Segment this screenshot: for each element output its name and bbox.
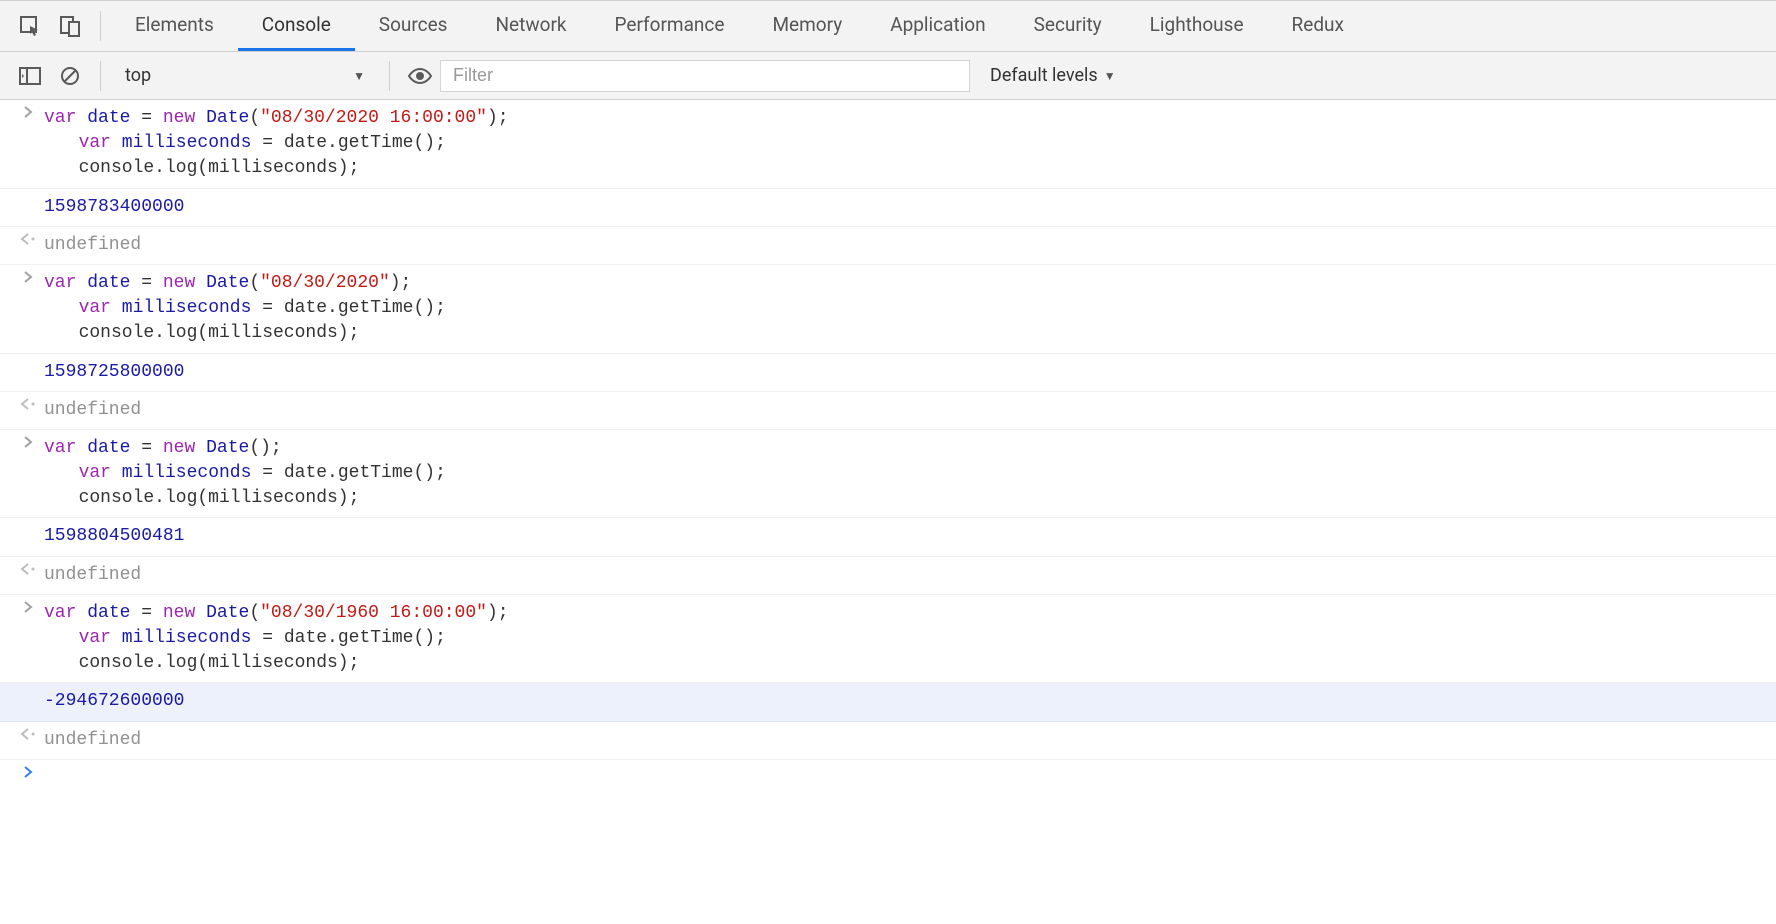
chevron-down-icon: ▼	[1104, 69, 1116, 83]
chevron-down-icon: ▼	[353, 69, 365, 83]
tab-console[interactable]: Console	[238, 1, 355, 51]
input-chevron-icon	[12, 269, 44, 283]
console-entry[interactable]: undefined	[0, 557, 1776, 595]
tab-memory[interactable]: Memory	[748, 1, 866, 51]
divider	[389, 61, 390, 91]
input-chevron-icon	[12, 104, 44, 118]
context-selector[interactable]: top ▼	[111, 60, 371, 92]
console-toolbar: top ▼ Default levels ▼	[0, 52, 1776, 100]
prompt-input[interactable]	[44, 764, 1776, 768]
console-entry[interactable]: var date = new Date("08/30/2020");var mi…	[0, 265, 1776, 354]
log-value: 1598783400000	[44, 193, 1776, 222]
toggle-sidebar-icon[interactable]	[10, 56, 50, 96]
console-entry[interactable]: -294672600000	[0, 683, 1776, 721]
log-gutter	[12, 522, 44, 524]
console-entry[interactable]: undefined	[0, 722, 1776, 760]
log-levels-selector[interactable]: Default levels ▼	[990, 60, 1116, 92]
tab-sources[interactable]: Sources	[355, 1, 472, 51]
devtools-tab-bar: Elements Console Sources Network Perform…	[0, 0, 1776, 52]
return-chevron-icon	[12, 726, 44, 740]
clear-console-icon[interactable]	[50, 56, 90, 96]
console-entry[interactable]: var date = new Date("08/30/1960 16:00:00…	[0, 595, 1776, 684]
divider	[100, 11, 101, 41]
console-entry[interactable]: 1598804500481	[0, 518, 1776, 556]
log-value: -294672600000	[44, 687, 1776, 716]
inspect-icon[interactable]	[10, 6, 50, 46]
return-value: undefined	[44, 726, 1776, 755]
eye-icon[interactable]	[400, 56, 440, 96]
console-entry[interactable]: var date = new Date("08/30/2020 16:00:00…	[0, 100, 1776, 189]
tab-application[interactable]: Application	[866, 1, 1009, 51]
input-chevron-icon	[12, 599, 44, 613]
tab-list: Elements Console Sources Network Perform…	[111, 1, 1368, 51]
return-chevron-icon	[12, 396, 44, 410]
return-value: undefined	[44, 396, 1776, 425]
console-output[interactable]: var date = new Date("08/30/2020 16:00:00…	[0, 100, 1776, 782]
tab-performance[interactable]: Performance	[591, 1, 749, 51]
console-entry[interactable]	[0, 760, 1776, 782]
log-gutter	[12, 193, 44, 195]
input-chevron-icon	[12, 434, 44, 448]
divider	[100, 61, 101, 91]
return-value: undefined	[44, 561, 1776, 590]
device-toggle-icon[interactable]	[50, 6, 90, 46]
log-value: 1598804500481	[44, 522, 1776, 551]
tab-redux[interactable]: Redux	[1268, 1, 1368, 51]
console-entry[interactable]: var date = new Date();var milliseconds =…	[0, 430, 1776, 519]
tab-elements[interactable]: Elements	[111, 1, 238, 51]
active-prompt-icon	[12, 764, 44, 778]
console-entry[interactable]: 1598783400000	[0, 189, 1776, 227]
log-gutter	[12, 687, 44, 689]
log-gutter	[12, 358, 44, 360]
tab-network[interactable]: Network	[471, 1, 590, 51]
console-entry[interactable]: undefined	[0, 392, 1776, 430]
return-value: undefined	[44, 231, 1776, 260]
levels-label: Default levels	[990, 65, 1098, 86]
console-entry[interactable]: undefined	[0, 227, 1776, 265]
filter-input[interactable]	[440, 60, 970, 92]
log-value: 1598725800000	[44, 358, 1776, 387]
context-label: top	[125, 65, 151, 86]
tab-lighthouse[interactable]: Lighthouse	[1126, 1, 1268, 51]
return-chevron-icon	[12, 561, 44, 575]
tab-security[interactable]: Security	[1010, 1, 1126, 51]
return-chevron-icon	[12, 231, 44, 245]
console-entry[interactable]: 1598725800000	[0, 354, 1776, 392]
